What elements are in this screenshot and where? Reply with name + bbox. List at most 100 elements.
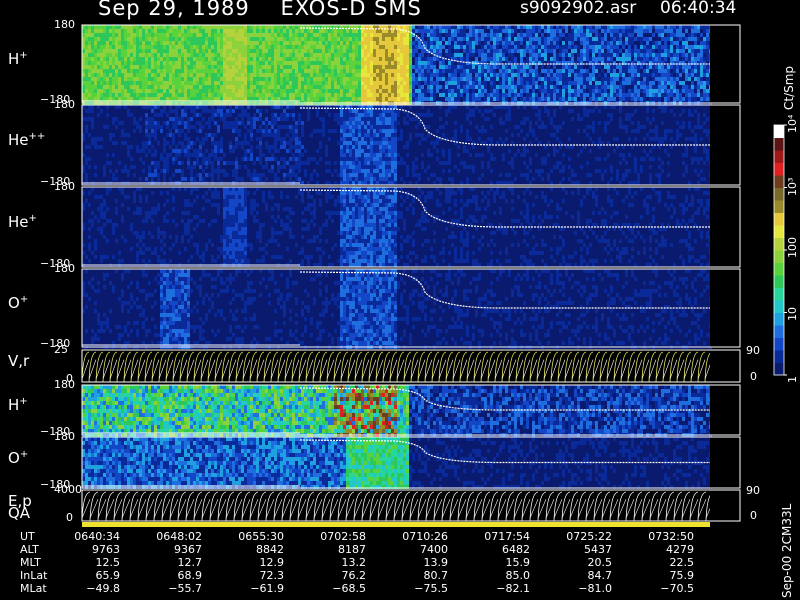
heatmap-cell (205, 49, 208, 53)
heatmap-cell (340, 29, 343, 33)
heatmap-cell (151, 41, 154, 45)
heatmap-cell (319, 89, 322, 93)
heatmap-cell (136, 37, 139, 41)
heatmap-cell (268, 45, 271, 49)
heatmap-cell (190, 41, 193, 45)
heatmap-cell (169, 85, 172, 89)
heatmap-cell (163, 89, 166, 93)
heatmap-cell (274, 65, 277, 69)
heatmap-cell (244, 49, 247, 53)
heatmap-cell (259, 57, 262, 61)
heatmap-cell (199, 65, 202, 69)
heatmap-cell (211, 61, 214, 65)
heatmap-cell (205, 57, 208, 61)
heatmap-cell (241, 29, 244, 33)
heatmap-cell (379, 97, 382, 101)
heatmap-cell (349, 77, 352, 81)
heatmap-cell (259, 69, 262, 73)
heatmap-cell (172, 89, 175, 93)
heatmap-cell (214, 53, 217, 57)
heatmap-cell (244, 73, 247, 77)
heatmap-cell (136, 41, 139, 45)
heatmap-cell (115, 53, 118, 57)
heatmap-cell (124, 89, 127, 93)
heatmap-cell (136, 73, 139, 77)
heatmap-cell (292, 81, 295, 85)
heatmap-cell (145, 41, 148, 45)
heatmap-cell (286, 33, 289, 37)
heatmap-cell (373, 93, 376, 97)
heatmap-cell (247, 73, 250, 77)
heatmap-cell (124, 85, 127, 89)
heatmap-cell (343, 93, 346, 97)
heatmap-cell (250, 85, 253, 89)
heatmap-cell (91, 93, 94, 97)
heatmap-cell (235, 73, 238, 77)
heatmap-cell (256, 69, 259, 73)
heatmap-cell (325, 49, 328, 53)
heatmap-cell (325, 81, 328, 85)
heatmap-cell (154, 45, 157, 49)
heatmap-cell (223, 49, 226, 53)
heatmap-cell (160, 77, 163, 81)
heatmap-cell (322, 97, 325, 101)
heatmap-cell (265, 53, 268, 57)
heatmap-cell (196, 65, 199, 69)
heatmap-cell (346, 77, 349, 81)
heatmap-cell (358, 77, 361, 81)
heatmap-cell (184, 61, 187, 65)
heatmap-cell (238, 69, 241, 73)
heatmap-cell (238, 37, 241, 41)
heatmap-cell (241, 61, 244, 65)
heatmap-cell (220, 37, 223, 41)
heatmap-cell (214, 49, 217, 53)
heatmap-cell (340, 77, 343, 81)
heatmap-cell (139, 53, 142, 57)
heatmap-cell (271, 97, 274, 101)
heatmap-cell (247, 41, 250, 45)
heatmap-cell (100, 57, 103, 61)
heatmap-cell (328, 29, 331, 33)
heatmap-cell (217, 61, 220, 65)
heatmap-cell (196, 81, 199, 85)
heatmap-cell (217, 73, 220, 77)
heatmap-cell (334, 61, 337, 65)
heatmap-cell (256, 85, 259, 89)
heatmap-cell (118, 33, 121, 37)
heatmap-cell (265, 33, 268, 37)
heatmap-cell (274, 73, 277, 77)
heatmap-cell (220, 69, 223, 73)
heatmap-cell (367, 73, 370, 77)
heatmap-cell (226, 57, 229, 61)
heatmap-cell (232, 49, 235, 53)
heatmap-cell (211, 65, 214, 69)
heatmap-cell (151, 65, 154, 69)
heatmap-cell (208, 85, 211, 89)
heatmap-cell (148, 41, 151, 45)
heatmap-cell (103, 81, 106, 85)
heatmap-cell (286, 77, 289, 81)
heatmap-cell (292, 77, 295, 81)
heatmap-cell (115, 93, 118, 97)
heatmap-cell (97, 29, 100, 33)
heatmap-cell (85, 77, 88, 81)
heatmap-cell (304, 89, 307, 93)
heatmap-cell (304, 57, 307, 61)
heatmap-cell (370, 97, 373, 101)
heatmap-cell (247, 69, 250, 73)
heatmap-cell (100, 53, 103, 57)
heatmap-cell (244, 97, 247, 101)
heatmap-cell (337, 69, 340, 73)
heatmap-cell (208, 53, 211, 57)
heatmap-cell (364, 49, 367, 53)
heatmap-cell (142, 29, 145, 33)
heatmap-cell (349, 69, 352, 73)
heatmap-cell (328, 81, 331, 85)
heatmap-cell (319, 29, 322, 33)
heatmap-cell (334, 53, 337, 57)
heatmap-cell (91, 81, 94, 85)
heatmap-cell (331, 61, 334, 65)
heatmap-cell (187, 33, 190, 37)
heatmap-cell (187, 81, 190, 85)
heatmap-cell (355, 49, 358, 53)
